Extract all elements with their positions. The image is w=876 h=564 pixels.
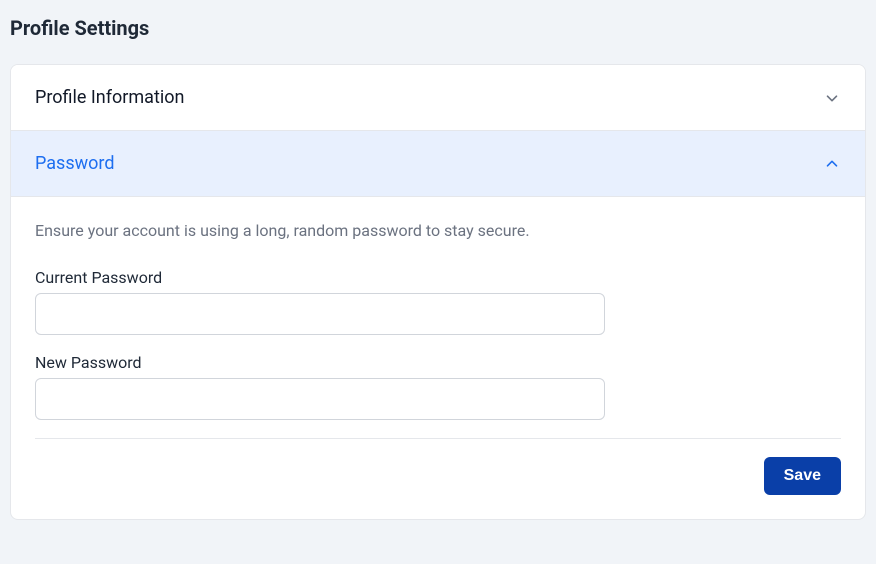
password-description: Ensure your account is using a long, ran… [35,221,841,240]
accordion-body-password: Ensure your account is using a long, ran… [11,197,865,519]
divider [35,438,841,439]
new-password-label: New Password [35,353,841,372]
current-password-input[interactable] [35,293,605,335]
accordion-title: Profile Information [35,87,184,108]
accordion-header-password[interactable]: Password [11,130,865,197]
current-password-label: Current Password [35,268,841,287]
accordion-header-profile-information[interactable]: Profile Information [11,65,865,130]
chevron-up-icon [823,155,841,173]
new-password-input[interactable] [35,378,605,420]
field-new-password: New Password [35,353,841,420]
page-title: Profile Settings [10,16,866,40]
chevron-down-icon [823,89,841,107]
save-button[interactable]: Save [764,457,841,495]
accordion-title: Password [35,153,115,174]
settings-card: Profile Information Password Ensure your… [10,64,866,520]
actions-row: Save [35,457,841,519]
field-current-password: Current Password [35,268,841,335]
